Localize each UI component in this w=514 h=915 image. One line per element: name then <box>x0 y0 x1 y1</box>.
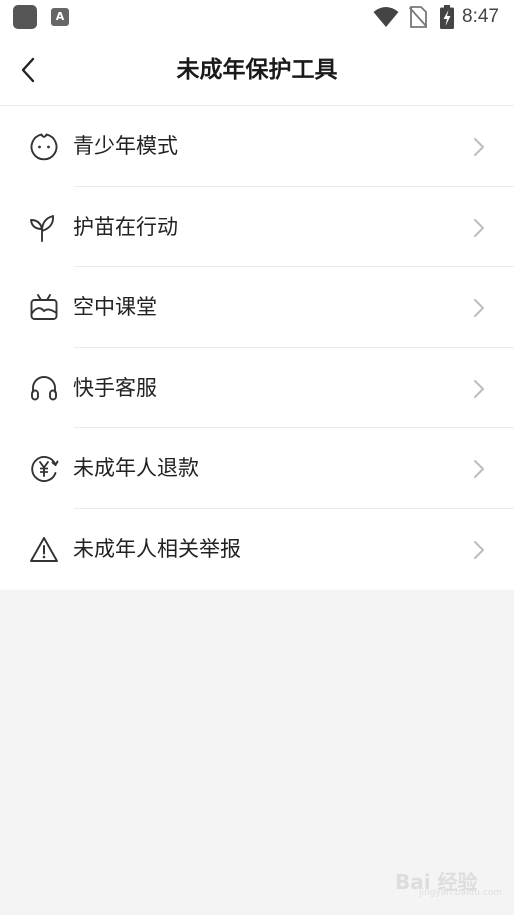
chevron-right-icon <box>474 138 484 156</box>
sprout-icon <box>30 214 54 242</box>
menu-item-label: 护苗在行动 <box>73 214 178 239</box>
menu-item-seedling-action[interactable]: 护苗在行动 <box>0 187 514 267</box>
menu-item-youth-mode[interactable]: 青少年模式 <box>0 106 514 187</box>
chevron-right-icon <box>474 540 484 559</box>
menu-item-customer-service[interactable]: 快手客服 <box>0 348 514 428</box>
menu-item-minor-refund[interactable]: 未成年人退款 <box>0 428 514 509</box>
child-face-icon <box>30 133 58 161</box>
chevron-right-icon <box>474 218 484 237</box>
wifi-icon <box>373 7 399 27</box>
warning-icon <box>30 536 58 562</box>
clock-time: 8:47 <box>462 6 499 27</box>
menu-item-label: 快手客服 <box>73 375 157 400</box>
status-bar: A 8:47 <box>0 0 514 34</box>
yuan-refund-icon <box>31 456 59 482</box>
headset-icon <box>31 375 57 400</box>
menu-list: 青少年模式 护苗在行动 空中课堂 快手客服 未成年人退款 未成年人相关举报 <box>0 106 514 590</box>
menu-item-minor-report[interactable]: 未成年人相关举报 <box>0 509 514 590</box>
menu-item-label: 未成年人退款 <box>73 456 199 480</box>
a-icon: A <box>51 8 69 26</box>
page-title: 未成年保护工具 <box>176 57 338 83</box>
menu-item-air-classroom[interactable]: 空中课堂 <box>0 267 514 348</box>
chevron-right-icon <box>474 379 484 398</box>
chevron-right-icon <box>474 460 484 478</box>
menu-item-label: 未成年人相关举报 <box>73 536 241 561</box>
app-icon <box>13 5 37 29</box>
no-sim-icon <box>409 6 427 28</box>
back-button[interactable] <box>14 50 50 90</box>
tv-classroom-icon <box>30 294 58 320</box>
navigation-bar: 未成年保护工具 <box>0 34 514 106</box>
back-arrow-icon <box>21 57 35 83</box>
watermark-sub: jingyan.baidu.com <box>419 888 503 898</box>
menu-item-label: 青少年模式 <box>73 134 178 158</box>
baidu-watermark: Bai 经验 jingyan.baidu.com <box>395 858 503 902</box>
chevron-right-icon <box>474 299 484 317</box>
battery-charging-icon <box>440 5 454 29</box>
menu-item-label: 空中课堂 <box>73 295 157 319</box>
